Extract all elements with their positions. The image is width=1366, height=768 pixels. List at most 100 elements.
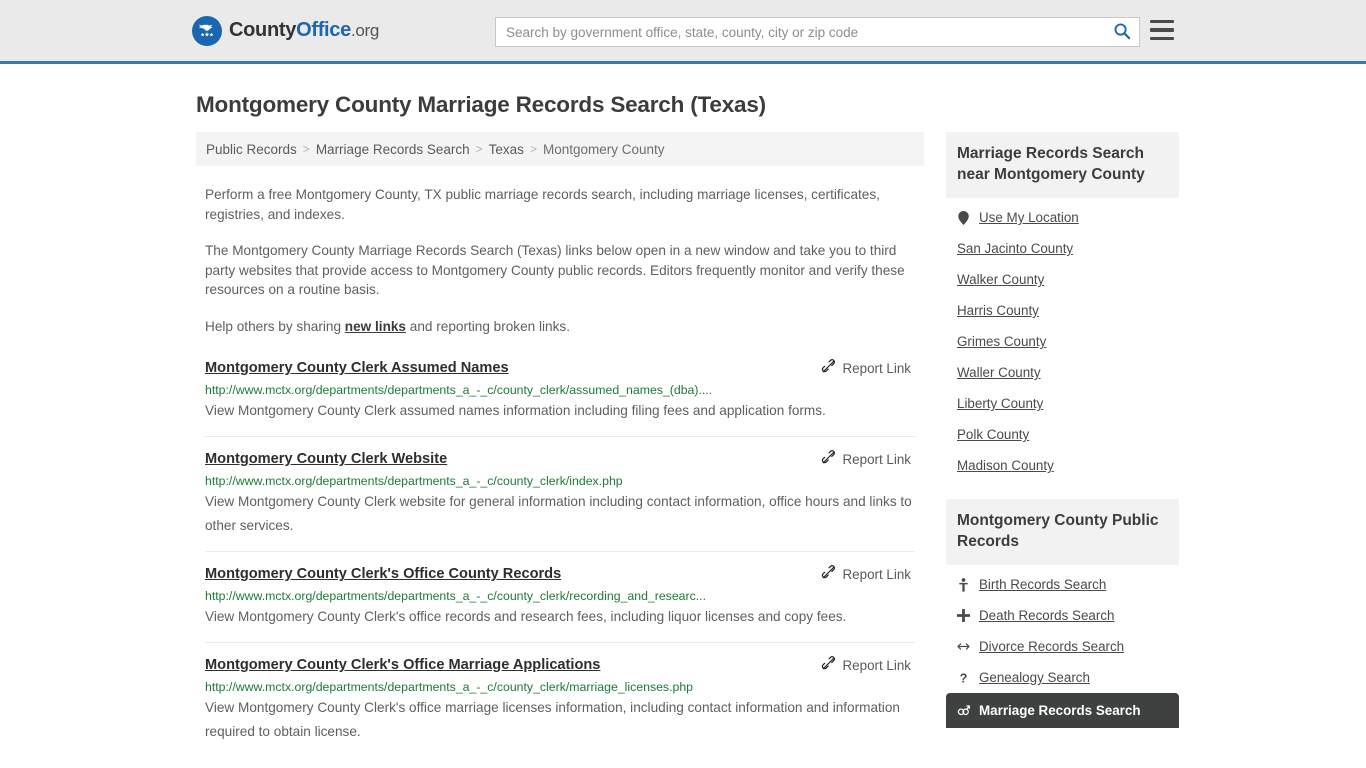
breadcrumb-separator: > bbox=[529, 142, 537, 156]
svg-text:?: ? bbox=[960, 671, 968, 684]
result-description: View Montgomery County Clerk assumed nam… bbox=[205, 403, 826, 418]
sidebar-item-walker-county[interactable]: Walker County bbox=[946, 264, 1179, 295]
result-header: Montgomery County Clerk's Office County … bbox=[205, 564, 915, 584]
sidebar-link-label[interactable]: Walker County bbox=[957, 272, 1044, 287]
intro-text-after-link: and reporting broken links. bbox=[406, 318, 570, 334]
sidebar-public-records-heading: Montgomery County Public Records bbox=[946, 499, 1179, 565]
report-link-label: Report Link bbox=[842, 360, 911, 376]
logo-word-county: County bbox=[229, 19, 297, 41]
result-description: View Montgomery County Clerk website for… bbox=[205, 494, 912, 533]
sidebar-link-label[interactable]: Divorce Records Search bbox=[979, 639, 1124, 654]
intro-paragraph-2: The Montgomery County Marriage Records S… bbox=[205, 243, 905, 297]
sidebar-public-records-section: Montgomery County Public Records Birth R… bbox=[946, 499, 1179, 728]
sidebar-item-death-records-search[interactable]: Death Records Search bbox=[946, 600, 1179, 631]
sidebar-link-label[interactable]: Waller County bbox=[957, 365, 1041, 380]
result-item: Montgomery County Clerk's Office Marriag… bbox=[205, 655, 915, 757]
sidebar-item-waller-county[interactable]: Waller County bbox=[946, 357, 1179, 388]
logo-word-office: Office bbox=[296, 19, 351, 41]
search-input[interactable] bbox=[496, 18, 1105, 46]
sidebar-item-madison-county[interactable]: Madison County bbox=[946, 450, 1179, 481]
page-body: Montgomery County Marriage Records Searc… bbox=[0, 92, 1366, 768]
sidebar-item-marriage-records-search[interactable]: Marriage Records Search bbox=[946, 693, 1179, 728]
site-logo-text: CountyOffice.org bbox=[229, 19, 379, 42]
hamburger-menu-icon[interactable] bbox=[1150, 20, 1174, 40]
sidebar-nearby-section: Marriage Records Search near Montgomery … bbox=[946, 132, 1179, 481]
sidebar-link-label[interactable]: Harris County bbox=[957, 303, 1039, 318]
baby-icon bbox=[957, 577, 970, 592]
split-arrows-icon bbox=[957, 641, 970, 652]
result-title-link[interactable]: Montgomery County Clerk Website bbox=[205, 449, 447, 469]
main-column: Public Records > Marriage Records Search… bbox=[196, 132, 924, 768]
search-icon bbox=[1113, 22, 1131, 43]
hamburger-bar bbox=[1150, 36, 1174, 40]
hamburger-bar bbox=[1150, 20, 1174, 24]
result-item: Montgomery County Clerk Website Report L… bbox=[205, 449, 915, 552]
question-mark-icon: ? bbox=[957, 671, 970, 684]
result-description: View Montgomery County Clerk's office ma… bbox=[205, 700, 900, 739]
new-links-link[interactable]: new links bbox=[345, 319, 406, 334]
breadcrumb: Public Records > Marriage Records Search… bbox=[196, 132, 924, 166]
breadcrumb-separator: > bbox=[302, 142, 310, 156]
sidebar-item-harris-county[interactable]: Harris County bbox=[946, 295, 1179, 326]
sidebar-link-label[interactable]: Marriage Records Search bbox=[979, 703, 1141, 718]
sidebar-item-use-my-location[interactable]: Use My Location bbox=[946, 202, 1179, 233]
report-link-button[interactable]: Report Link bbox=[821, 358, 911, 377]
report-link-button[interactable]: Report Link bbox=[821, 564, 911, 583]
result-header: Montgomery County Clerk Website Report L… bbox=[205, 449, 915, 469]
gender-symbols-icon bbox=[957, 704, 970, 717]
breadcrumb-item-montgomery-county: Montgomery County bbox=[542, 141, 665, 157]
sidebar-item-genealogy-search[interactable]: ? Genealogy Search bbox=[946, 662, 1179, 693]
sidebar: Marriage Records Search near Montgomery … bbox=[946, 132, 1179, 768]
broken-link-icon bbox=[821, 450, 836, 468]
sidebar-link-label[interactable]: San Jacinto County bbox=[957, 241, 1073, 256]
breadcrumb-item-texas[interactable]: Texas bbox=[489, 142, 524, 157]
site-logo[interactable]: CountyOffice.org bbox=[192, 15, 379, 46]
result-title-link[interactable]: Montgomery County Clerk's Office County … bbox=[205, 564, 561, 584]
sidebar-link-label[interactable]: Liberty County bbox=[957, 396, 1043, 411]
cross-icon bbox=[957, 609, 970, 622]
sidebar-link-label[interactable]: Birth Records Search bbox=[979, 577, 1106, 592]
result-url[interactable]: http://www.mctx.org/departments/departme… bbox=[205, 474, 915, 489]
sidebar-link-label[interactable]: Madison County bbox=[957, 458, 1054, 473]
sidebar-link-label[interactable]: Polk County bbox=[957, 427, 1029, 442]
sidebar-item-divorce-records-search[interactable]: Divorce Records Search bbox=[946, 631, 1179, 662]
intro-text-before-link: Help others by sharing bbox=[205, 318, 345, 334]
report-link-button[interactable]: Report Link bbox=[821, 655, 911, 674]
sidebar-item-polk-county[interactable]: Polk County bbox=[946, 419, 1179, 450]
sidebar-item-grimes-county[interactable]: Grimes County bbox=[946, 326, 1179, 357]
breadcrumb-item-marriage-records-search[interactable]: Marriage Records Search bbox=[316, 142, 470, 157]
report-link-button[interactable]: Report Link bbox=[821, 449, 911, 468]
sidebar-item-san-jacinto-county[interactable]: San Jacinto County bbox=[946, 233, 1179, 264]
result-title-link[interactable]: Montgomery County Clerk Assumed Names bbox=[205, 358, 509, 378]
report-link-label: Report Link bbox=[842, 451, 911, 467]
sidebar-link-label[interactable]: Death Records Search bbox=[979, 608, 1114, 623]
broken-link-icon bbox=[821, 359, 836, 377]
result-url[interactable]: http://www.mctx.org/departments/departme… bbox=[205, 589, 915, 604]
sidebar-link-label[interactable]: Use My Location bbox=[979, 210, 1079, 225]
page-title: Montgomery County Marriage Records Searc… bbox=[196, 92, 766, 117]
result-url[interactable]: http://www.mctx.org/departments/departme… bbox=[205, 680, 915, 695]
result-title-link[interactable]: Montgomery County Clerk's Office Marriag… bbox=[205, 655, 600, 675]
search-button[interactable] bbox=[1105, 18, 1139, 46]
search-bar[interactable] bbox=[495, 17, 1140, 47]
sidebar-public-records-links: Birth Records Search Death Records Searc… bbox=[946, 565, 1179, 728]
sidebar-link-label[interactable]: Grimes County bbox=[957, 334, 1046, 349]
sidebar-nearby-heading: Marriage Records Search near Montgomery … bbox=[946, 132, 1179, 198]
site-header: CountyOffice.org bbox=[0, 0, 1366, 64]
eagle-seal-icon bbox=[192, 15, 222, 46]
logo-word-tld: .org bbox=[350, 21, 380, 40]
intro-paragraph-3: Help others by sharing new links and rep… bbox=[205, 317, 905, 337]
sidebar-link-label[interactable]: Genealogy Search bbox=[979, 670, 1090, 685]
result-url[interactable]: http://www.mctx.org/departments/departme… bbox=[205, 383, 915, 398]
result-item: Montgomery County Clerk Assumed Names Re… bbox=[205, 358, 915, 437]
intro-paragraph-1: Perform a free Montgomery County, TX pub… bbox=[205, 187, 880, 222]
sidebar-item-birth-records-search[interactable]: Birth Records Search bbox=[946, 569, 1179, 600]
results-list: Montgomery County Clerk Assumed Names Re… bbox=[196, 358, 924, 757]
sidebar-item-liberty-county[interactable]: Liberty County bbox=[946, 388, 1179, 419]
breadcrumb-item-public-records[interactable]: Public Records bbox=[206, 142, 297, 157]
result-header: Montgomery County Clerk Assumed Names Re… bbox=[205, 358, 915, 378]
intro-section: Perform a free Montgomery County, TX pub… bbox=[196, 185, 924, 336]
sidebar-nearby-links: Use My Location San Jacinto County Walke… bbox=[946, 198, 1179, 481]
result-header: Montgomery County Clerk's Office Marriag… bbox=[205, 655, 915, 675]
report-link-label: Report Link bbox=[842, 657, 911, 673]
